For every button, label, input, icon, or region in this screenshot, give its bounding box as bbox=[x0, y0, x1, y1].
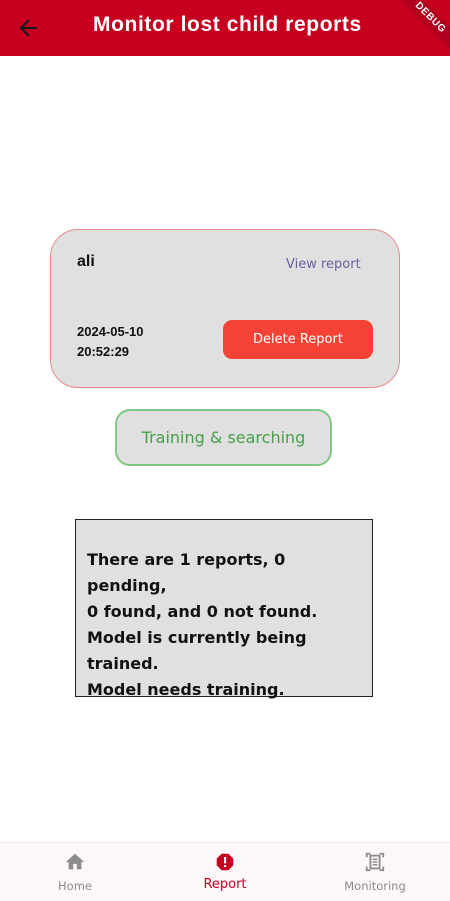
nav-item-report[interactable]: Report bbox=[150, 843, 300, 901]
status-line: Model is currently being bbox=[87, 628, 307, 647]
status-line: 0 found, and 0 not found. bbox=[87, 602, 318, 621]
nav-item-monitoring[interactable]: Monitoring bbox=[300, 843, 450, 901]
report-child-name: ali bbox=[77, 253, 95, 270]
status-summary-box: There are 1 reports, 0 pending, 0 found,… bbox=[75, 519, 373, 699]
training-searching-button[interactable]: Training & searching bbox=[115, 409, 332, 466]
status-line: Model needs training. bbox=[87, 680, 285, 699]
delete-report-button[interactable]: Delete Report bbox=[223, 320, 373, 359]
home-icon bbox=[65, 853, 85, 870]
back-button[interactable] bbox=[14, 14, 42, 42]
arrow-back-icon bbox=[19, 19, 38, 37]
nav-label-report: Report bbox=[203, 877, 247, 892]
report-time: 20:52:29 bbox=[77, 344, 130, 359]
report-date: 2024-05-10 bbox=[77, 324, 144, 339]
alert-octagon-icon bbox=[216, 853, 234, 871]
bottom-navigation-bar: Home Report Monitoring bbox=[0, 842, 450, 901]
nav-label-home: Home bbox=[58, 879, 92, 893]
debug-banner: DEBUG bbox=[388, 0, 450, 56]
status-line: There are 1 reports, 0 pending, bbox=[87, 550, 286, 595]
nav-item-home[interactable]: Home bbox=[0, 843, 150, 901]
page-title: Monitor lost child reports bbox=[93, 13, 362, 36]
report-datetime: 2024-05-10 20:52:29 bbox=[77, 322, 144, 362]
app-bar: Monitor lost child reports DEBUG bbox=[0, 0, 450, 56]
nav-label-monitoring: Monitoring bbox=[344, 879, 406, 893]
report-card: ali View report 2024-05-10 20:52:29 Dele… bbox=[50, 229, 400, 388]
document-scanner-icon bbox=[365, 852, 385, 872]
view-report-link[interactable]: View report bbox=[286, 257, 361, 272]
status-line: trained. bbox=[87, 654, 159, 673]
